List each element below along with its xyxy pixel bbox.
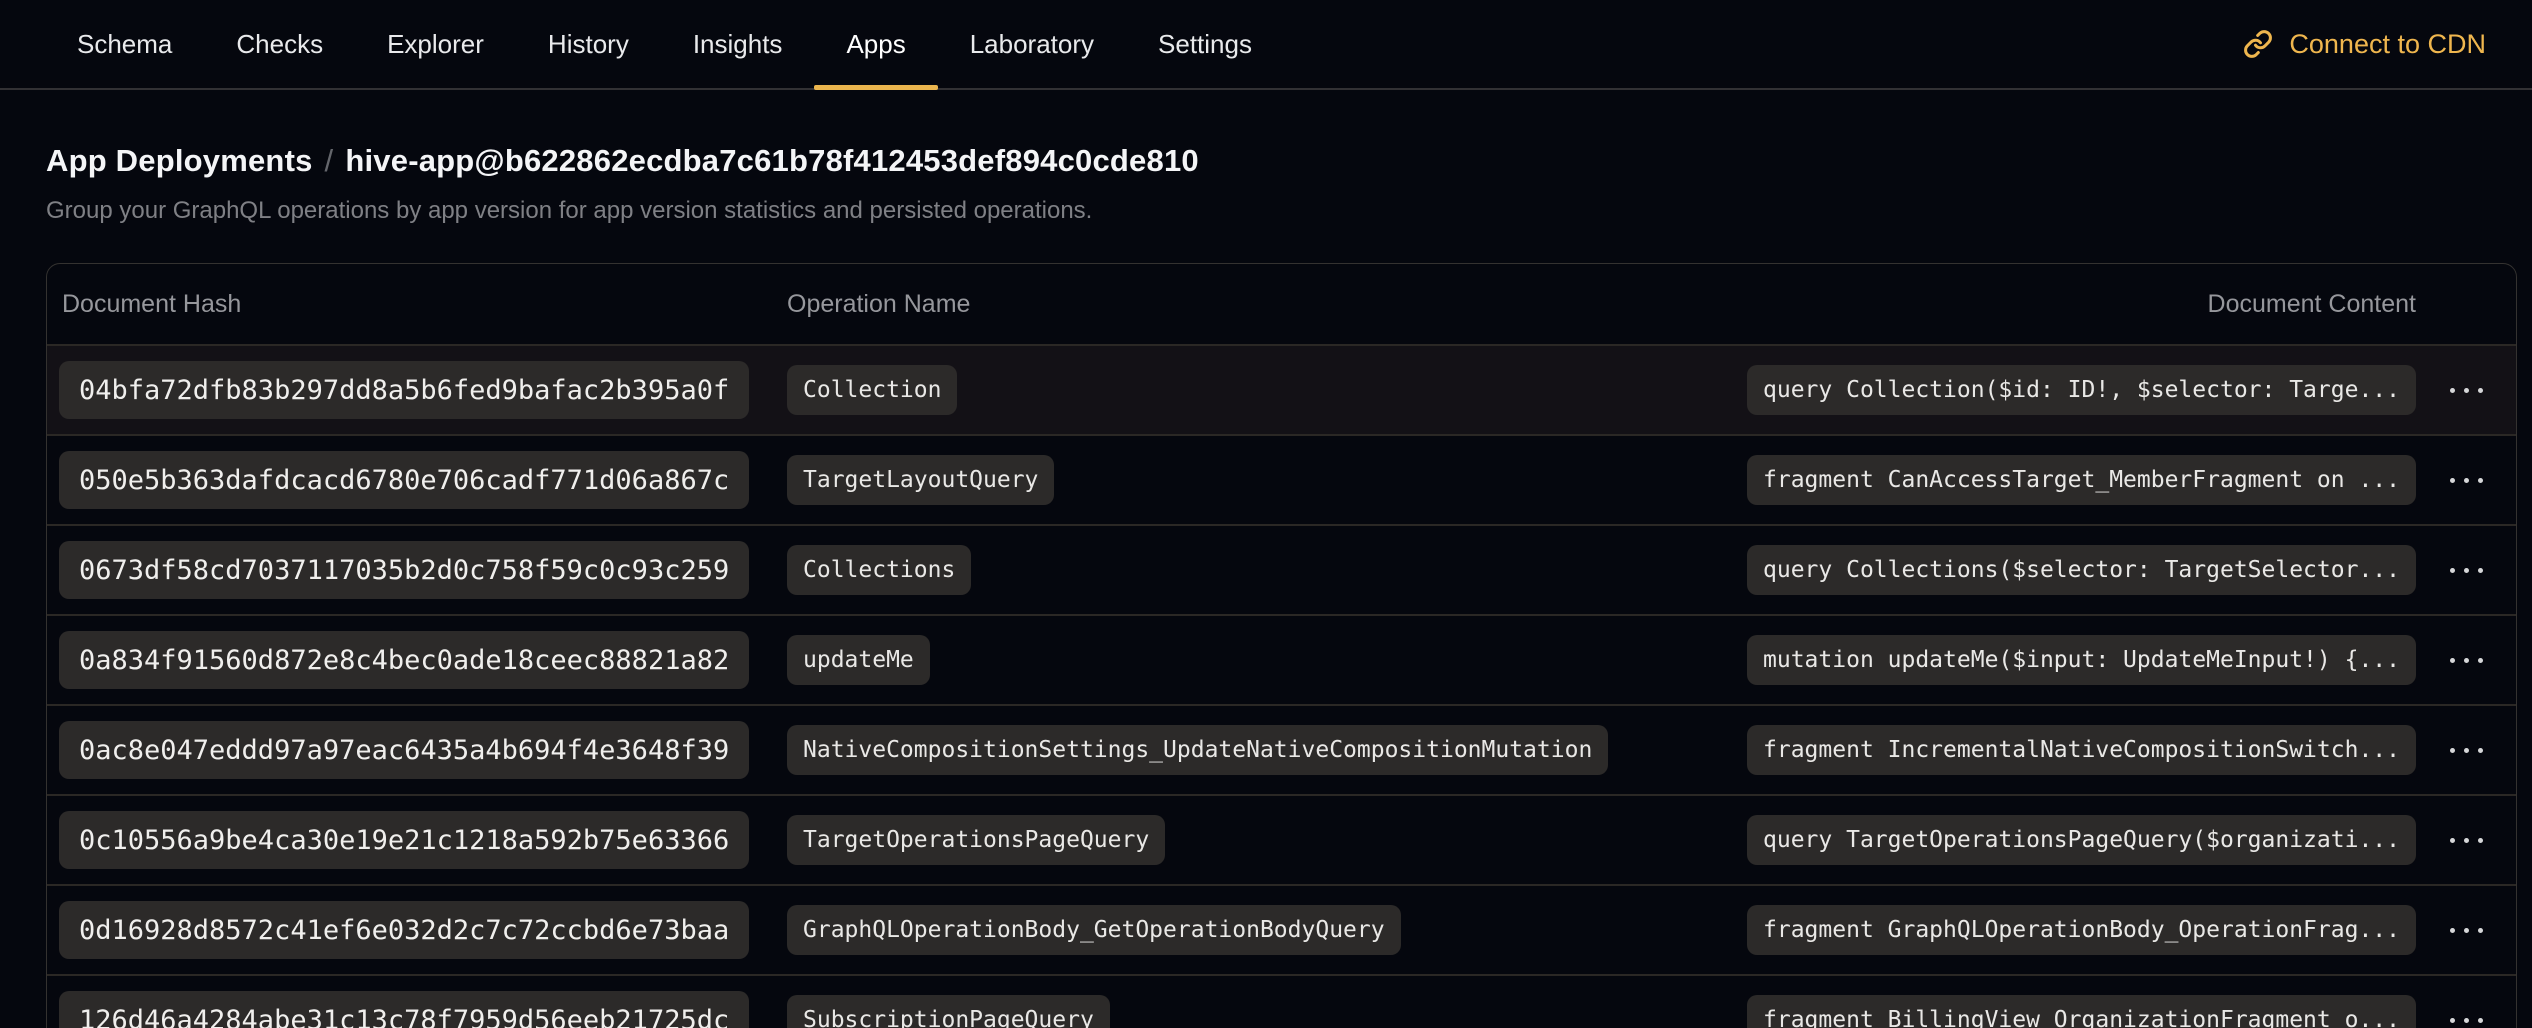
connect-to-cdn-label: Connect to CDN xyxy=(2289,29,2486,60)
column-header-document-hash: Document Hash xyxy=(47,290,787,319)
document-hash-chip[interactable]: 0ac8e047eddd97a97eac6435a4b694f4e3648f39 xyxy=(59,721,749,779)
nav-tab-settings[interactable]: Settings xyxy=(1158,0,1252,88)
document-content-chip[interactable]: fragment GraphQLOperationBody_OperationF… xyxy=(1747,905,2416,955)
page-title: App Deployments/hive-app@b622862ecdba7c6… xyxy=(46,142,2517,180)
nav-tab-label: Settings xyxy=(1158,29,1252,60)
row-menu-button ellipsis-icon[interactable] xyxy=(2440,464,2493,497)
nav-tab-label: Schema xyxy=(77,29,172,60)
table-body: 04bfa72dfb83b297dd8a5b6fed9bafac2b395a0f… xyxy=(47,344,2516,1028)
table-row: 0c10556a9be4ca30e19e21c1218a592b75e63366… xyxy=(47,794,2516,884)
document-content-chip[interactable]: query Collection($id: ID!, $selector: Ta… xyxy=(1747,365,2416,415)
row-menu-button ellipsis-icon[interactable] xyxy=(2440,824,2493,857)
operation-name-chip[interactable]: Collections xyxy=(787,545,971,595)
breadcrumb-root[interactable]: App Deployments xyxy=(46,143,313,178)
operation-name-chip[interactable]: NativeCompositionSettings_UpdateNativeCo… xyxy=(787,725,1608,775)
document-hash-chip[interactable]: 04bfa72dfb83b297dd8a5b6fed9bafac2b395a0f xyxy=(59,361,749,419)
nav-tab-label: Insights xyxy=(693,29,783,60)
nav-tab-explorer[interactable]: Explorer xyxy=(387,0,484,88)
operation-name-chip[interactable]: TargetOperationsPageQuery xyxy=(787,815,1165,865)
nav-tab-label: Explorer xyxy=(387,29,484,60)
nav-tab-laboratory[interactable]: Laboratory xyxy=(970,0,1094,88)
table-header-row: Document Hash Operation Name Document Co… xyxy=(47,264,2516,344)
breadcrumb-separator: / xyxy=(313,143,346,178)
table-row: 126d46a4284abe31c13c78f7959d56eeb21725dc… xyxy=(47,974,2516,1028)
page-subtitle: Group your GraphQL operations by app ver… xyxy=(46,196,2517,226)
document-hash-chip[interactable]: 050e5b363dafdcacd6780e706cadf771d06a867c xyxy=(59,451,749,509)
table-row: 0ac8e047eddd97a97eac6435a4b694f4e3648f39… xyxy=(47,704,2516,794)
document-content-chip[interactable]: fragment IncrementalNativeCompositionSwi… xyxy=(1747,725,2416,775)
row-menu-button ellipsis-icon[interactable] xyxy=(2440,914,2493,947)
operation-name-chip[interactable]: updateMe xyxy=(787,635,930,685)
top-nav: Schema Checks Explorer History Insights … xyxy=(0,0,2532,90)
nav-tab-apps[interactable]: Apps xyxy=(846,0,905,88)
nav-tab-label: Apps xyxy=(846,29,905,60)
document-hash-chip[interactable]: 0d16928d8572c41ef6e032d2c7c72ccbd6e73baa xyxy=(59,901,749,959)
nav-tab-schema[interactable]: Schema xyxy=(77,0,172,88)
active-tab-underline xyxy=(814,85,937,90)
table-row: 04bfa72dfb83b297dd8a5b6fed9bafac2b395a0f… xyxy=(47,344,2516,434)
nav-tab-label: History xyxy=(548,29,629,60)
breadcrumb-current: hive-app@b622862ecdba7c61b78f412453def89… xyxy=(345,143,1198,178)
document-content-chip[interactable]: fragment BillingView_OrganizationFragmen… xyxy=(1747,995,2416,1028)
nav-tab-label: Checks xyxy=(236,29,323,60)
operation-name-chip[interactable]: GraphQLOperationBody_GetOperationBodyQue… xyxy=(787,905,1401,955)
document-hash-chip[interactable]: 126d46a4284abe31c13c78f7959d56eeb21725dc xyxy=(59,991,749,1028)
table-row: 0a834f91560d872e8c4bec0ade18ceec88821a82… xyxy=(47,614,2516,704)
nav-tab-label: Laboratory xyxy=(970,29,1094,60)
document-content-chip[interactable]: query Collections($selector: TargetSelec… xyxy=(1747,545,2416,595)
operation-name-chip[interactable]: TargetLayoutQuery xyxy=(787,455,1054,505)
row-menu-button ellipsis-icon[interactable] xyxy=(2440,374,2493,407)
row-menu-button ellipsis-icon[interactable] xyxy=(2440,734,2493,767)
document-hash-chip[interactable]: 0c10556a9be4ca30e19e21c1218a592b75e63366 xyxy=(59,811,749,869)
app-deployments-page: App Deployments/hive-app@b622862ecdba7c6… xyxy=(0,90,2532,1028)
nav-tab-checks[interactable]: Checks xyxy=(236,0,323,88)
connect-to-cdn-link[interactable]: Connect to CDN xyxy=(2243,0,2486,88)
operation-name-chip[interactable]: SubscriptionPageQuery xyxy=(787,995,1110,1028)
row-menu-button ellipsis-icon[interactable] xyxy=(2440,554,2493,587)
nav-tabs: Schema Checks Explorer History Insights … xyxy=(77,0,1252,88)
table-row: 050e5b363dafdcacd6780e706cadf771d06a867c… xyxy=(47,434,2516,524)
row-menu-button ellipsis-icon[interactable] xyxy=(2440,1004,2493,1028)
table-row: 0d16928d8572c41ef6e032d2c7c72ccbd6e73baa… xyxy=(47,884,2516,974)
table-row: 0673df58cd7037117035b2d0c758f59c0c93c259… xyxy=(47,524,2516,614)
column-header-document-content: Document Content xyxy=(2208,290,2416,319)
deployed-documents-table: Document Hash Operation Name Document Co… xyxy=(46,263,2517,1028)
document-hash-chip[interactable]: 0a834f91560d872e8c4bec0ade18ceec88821a82 xyxy=(59,631,749,689)
row-menu-button ellipsis-icon[interactable] xyxy=(2440,644,2493,677)
document-content-chip[interactable]: mutation updateMe($input: UpdateMeInput!… xyxy=(1747,635,2416,685)
operation-name-chip[interactable]: Collection xyxy=(787,365,957,415)
nav-tab-history[interactable]: History xyxy=(548,0,629,88)
document-content-chip[interactable]: fragment CanAccessTarget_MemberFragment … xyxy=(1747,455,2416,505)
document-content-chip[interactable]: query TargetOperationsPageQuery($organiz… xyxy=(1747,815,2416,865)
link-icon xyxy=(2243,29,2273,59)
column-header-operation-name: Operation Name xyxy=(787,290,2208,319)
nav-tab-insights[interactable]: Insights xyxy=(693,0,783,88)
document-hash-chip[interactable]: 0673df58cd7037117035b2d0c758f59c0c93c259 xyxy=(59,541,749,599)
